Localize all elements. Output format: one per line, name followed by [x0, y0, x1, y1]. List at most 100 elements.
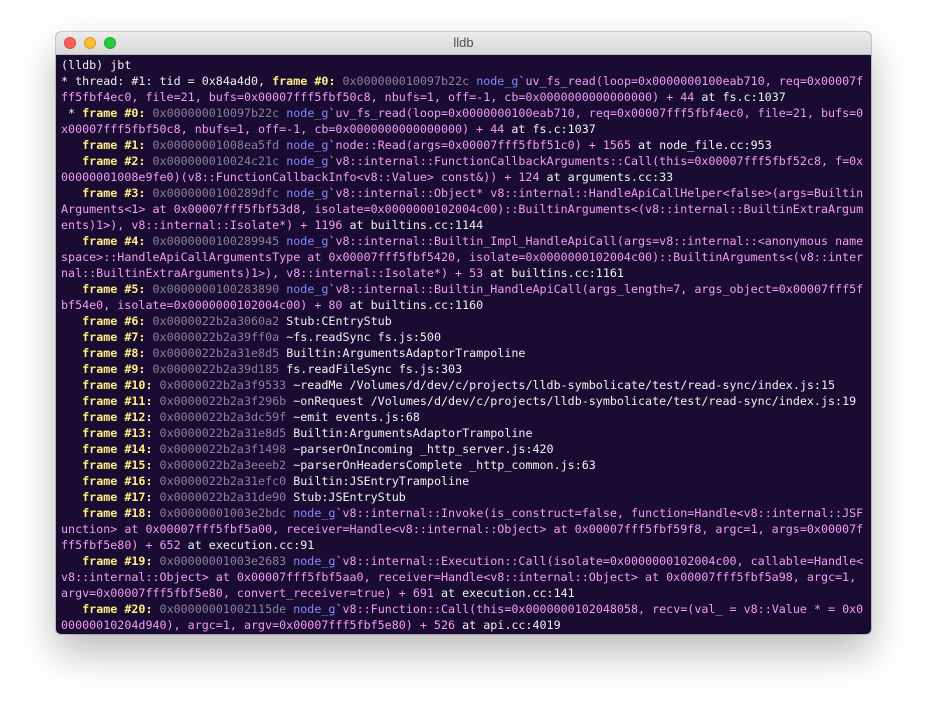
module-name: node_g [286, 234, 329, 248]
frame-label: frame #11: [82, 394, 160, 408]
frame-address: 0x00000001008ea5fd [152, 138, 287, 152]
backtrace-line: * frame #0: 0x000000010097b22c node_g`uv… [61, 105, 866, 137]
backtrace-line: frame #13: 0x0000022b2a31e8d5 Builtin:Ar… [61, 425, 866, 441]
line-text: at fs.c:1037 [701, 90, 786, 104]
backtrace-line: frame #1: 0x00000001008ea5fd node_g`node… [61, 137, 866, 153]
frame-label: frame #18: [82, 506, 160, 520]
frame-address: 0x0000022b2a31efc0 [159, 474, 294, 488]
line-text [61, 394, 82, 408]
backtrace-line: frame #14: 0x0000022b2a3f1498 ~parserOnI… [61, 441, 866, 457]
frame-address: 0x00000001002115de [159, 602, 294, 616]
frame-label: frame #20: [82, 602, 160, 616]
line-text [61, 490, 82, 504]
frame-address: 0x0000022b2a39ff0a [152, 330, 287, 344]
module-name: node_g [293, 602, 336, 616]
module-name: node_g [476, 74, 519, 88]
backtrace-line: frame #11: 0x0000022b2a3f296b ~onRequest… [61, 393, 866, 409]
frame-address: 0x0000022b2a3dc59f [159, 410, 294, 424]
backtrace-line: frame #16: 0x0000022b2a31efc0 Builtin:JS… [61, 473, 866, 489]
line-text: at api.cc:4019 [462, 618, 561, 632]
frame-address: 0x0000000100289945 [152, 234, 287, 248]
line-text: fs.readFileSync fs.js:303 [286, 362, 463, 376]
line-text: at execution.cc:91 [187, 538, 315, 552]
backtrace-line: * thread: #1: tid = 0x84a4d0, frame #0: … [61, 73, 866, 105]
module-name: node_g [293, 554, 336, 568]
frame-address: 0x0000022b2a31e8d5 [152, 346, 287, 360]
line-text [61, 474, 82, 488]
line-text: at execution.cc:141 [440, 586, 575, 600]
module-name: node_g [293, 506, 336, 520]
frame-address: 0x0000022b2a3f9533 [159, 378, 294, 392]
terminal-output[interactable]: (lldb) jbt * thread: #1: tid = 0x84a4d0, … [56, 55, 871, 634]
frame-label: frame #3: [82, 186, 153, 200]
frame-label: frame #6: [82, 314, 153, 328]
line-text [61, 314, 82, 328]
line-text: Stub:JSEntryStub [293, 490, 406, 504]
backtrace-line: frame #20: 0x00000001002115de node_g`v8:… [61, 601, 866, 633]
frame-label: frame #12: [82, 410, 160, 424]
module-name: node_g [286, 154, 329, 168]
line-text: ~emit events.js:68 [293, 410, 420, 424]
module-name: node_g [286, 186, 329, 200]
function-signature: `node::Read(args=0x00007fff5fbf51c0) + 1… [328, 138, 639, 152]
backtrace-line: frame #17: 0x0000022b2a31de90 Stub:JSEnt… [61, 489, 866, 505]
frame-address: 0x0000022b2a3060a2 [152, 314, 287, 328]
frame-label: frame #7: [82, 330, 153, 344]
line-text [61, 330, 82, 344]
line-text: ~fs.readSync fs.js:500 [286, 330, 442, 344]
line-text: Builtin:ArgumentsAdaptorTrampoline [286, 346, 526, 360]
frame-address: 0x0000022b2a3f296b [159, 394, 294, 408]
line-text [61, 458, 82, 472]
line-text [61, 426, 82, 440]
frame-label: frame #19: [82, 554, 160, 568]
line-text [61, 282, 82, 296]
backtrace-line: frame #5: 0x0000000100283890 node_g`v8::… [61, 281, 866, 313]
frame-label: frame #10: [82, 378, 160, 392]
line-text [61, 378, 82, 392]
line-text [61, 602, 82, 616]
frame-address: 0x000000010024c21c [152, 154, 287, 168]
frame-address: 0x0000022b2a3eeeb2 [159, 458, 294, 472]
backtrace-line: frame #8: 0x0000022b2a31e8d5 Builtin:Arg… [61, 345, 866, 361]
line-text: at arguments.cc:33 [546, 170, 674, 184]
line-text: at fs.c:1037 [511, 122, 596, 136]
line-text [61, 554, 82, 568]
frame-address: 0x0000000100289dfc [152, 186, 287, 200]
frame-label: frame #2: [82, 154, 153, 168]
frame-address: 0x0000000100283890 [152, 282, 287, 296]
line-text [61, 154, 82, 168]
line-text: at builtins.cc:1144 [349, 218, 484, 232]
line-text: * [61, 106, 83, 120]
frame-label: frame #15: [82, 458, 160, 472]
frame-address: 0x000000010097b22c [342, 74, 477, 88]
frame-label: frame #9: [82, 362, 153, 376]
frame-label: frame #5: [82, 282, 153, 296]
line-text: ~onRequest /Volumes/d/dev/c/projects/lld… [293, 394, 857, 408]
line-text: at builtins.cc:1161 [490, 266, 624, 280]
line-text: at node_file.cc:953 [638, 138, 772, 152]
line-text: * thread: #1: tid = 0x84a4d0, [61, 74, 273, 88]
frame-label: frame #8: [82, 346, 153, 360]
backtrace-line: frame #2: 0x000000010024c21c node_g`v8::… [61, 153, 866, 185]
backtrace-line: frame #6: 0x0000022b2a3060a2 Stub:CEntry… [61, 313, 866, 329]
frame-address: 0x000000010097b22c [152, 106, 287, 120]
frame-label: frame #0: [82, 106, 153, 120]
line-text: ~parserOnIncoming _http_server.js:420 [293, 442, 554, 456]
frame-address: 0x00000001003e2683 [159, 554, 294, 568]
frame-label: frame #17: [82, 490, 160, 504]
line-text [61, 442, 82, 456]
backtrace-line: frame #4: 0x0000000100289945 node_g`v8::… [61, 233, 866, 281]
frame-address: 0x0000022b2a31e8d5 [159, 426, 294, 440]
line-text [61, 410, 82, 424]
backtrace-line: frame #15: 0x0000022b2a3eeeb2 ~parserOnH… [61, 457, 866, 473]
title-bar: lldb [56, 32, 871, 55]
frame-label: frame #1: [82, 138, 153, 152]
line-text: at builtins.cc:1160 [349, 298, 484, 312]
frame-label: frame #4: [82, 234, 153, 248]
line-text [61, 506, 82, 520]
frame-label: frame #16: [82, 474, 160, 488]
line-text [61, 186, 82, 200]
line-text [61, 362, 82, 376]
line-text [61, 234, 82, 248]
backtrace-line: frame #12: 0x0000022b2a3dc59f ~emit even… [61, 409, 866, 425]
